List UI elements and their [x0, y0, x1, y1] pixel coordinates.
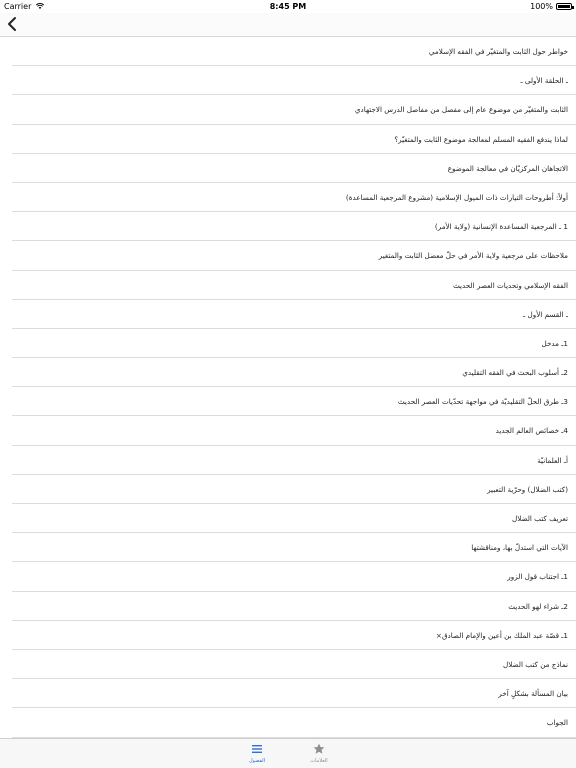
chapter-list-item[interactable]: الفقه الإسلامي وتحديات العصر الحديث: [12, 271, 576, 300]
chapter-list-item[interactable]: 1ـ اجتناب قول الزور: [12, 562, 576, 592]
chapter-list-item[interactable]: 1ـ قصّة عبد الملك بن أعين والإمام الصادق…: [12, 621, 576, 650]
battery-icon: [556, 3, 574, 10]
chapter-list-item[interactable]: ـ الحلقة الأولى ـ: [12, 66, 576, 96]
chapter-list-item[interactable]: 3ـ طرق الحلّ التقليديّة في مواجهة تحدّيا…: [12, 387, 576, 417]
tab-chapters[interactable]: الفصول: [237, 739, 277, 768]
chapter-list-item[interactable]: أولاً: أطروحات التيارات ذات الميول الإسل…: [12, 183, 576, 213]
chapter-list-item[interactable]: نماذج من كتب الضلال: [12, 650, 576, 680]
chapter-list-item[interactable]: ملاحظات على مرجعية ولاية الأمر في حلّ مع…: [12, 241, 576, 271]
list-icon: [252, 745, 262, 753]
tab-chapters-label: الفصول: [249, 758, 265, 764]
navigation-bar: [0, 13, 576, 37]
status-bar: Carrier 8:45 PM 100%: [0, 0, 576, 13]
chapter-list-item[interactable]: 2ـ أسلوب البحث في الفقه التقليدي: [12, 358, 576, 388]
chapter-list-item[interactable]: 1ـ مدخل: [12, 329, 576, 359]
chevron-left-icon: [8, 17, 16, 31]
chapter-list-item[interactable]: تعريف كتب الضلال: [12, 504, 576, 534]
tab-bookmarks-label: العلامات: [310, 758, 328, 764]
chapter-list-item[interactable]: الجواب: [12, 708, 576, 738]
tab-bookmarks[interactable]: العلامات: [299, 739, 339, 768]
star-icon: [313, 743, 325, 754]
chapter-list-item[interactable]: لماذا يندفع الفقيه المسلم لمعالجة موضوع …: [12, 125, 576, 154]
chapter-list-item[interactable]: (كتب الضلال) وحرّية التعبير: [12, 475, 576, 504]
chapter-list: خواطر حول الثابت والمتغيّر في الفقه الإس…: [0, 37, 576, 739]
status-time: 8:45 PM: [269, 2, 307, 11]
chapter-list-item[interactable]: 1 ـ المرجعية المساعدة الإنسانية (ولاية ا…: [12, 212, 576, 242]
chapter-list-item[interactable]: 4ـ خصائص العالم الجديد: [12, 416, 576, 446]
tab-bar: الفصول العلامات: [0, 738, 576, 768]
back-button[interactable]: [4, 15, 22, 33]
chapter-list-item[interactable]: ـ القسم الأول ـ: [12, 300, 576, 329]
chapter-list-item[interactable]: الاتجاهان المركزيّان في معالجة الموضوع: [12, 154, 576, 183]
chapter-list-item[interactable]: الثابت والمتغيّر من موضوع عام إلى مفصل م…: [12, 95, 576, 125]
chapter-list-item[interactable]: أـ العلمانيّة: [12, 446, 576, 475]
chapter-list-item[interactable]: خواطر حول الثابت والمتغيّر في الفقه الإس…: [12, 37, 576, 67]
chapter-list-item[interactable]: بيان المسألة بشكلٍ آخر: [12, 679, 576, 709]
battery-group: 100%: [530, 0, 574, 13]
battery-percent: 100%: [530, 2, 553, 11]
chapter-list-item[interactable]: الآيات التي استدلّ بها، ومناقشتها: [12, 533, 576, 563]
chapter-list-item[interactable]: 2ـ شراء لهو الحديث: [12, 592, 576, 621]
